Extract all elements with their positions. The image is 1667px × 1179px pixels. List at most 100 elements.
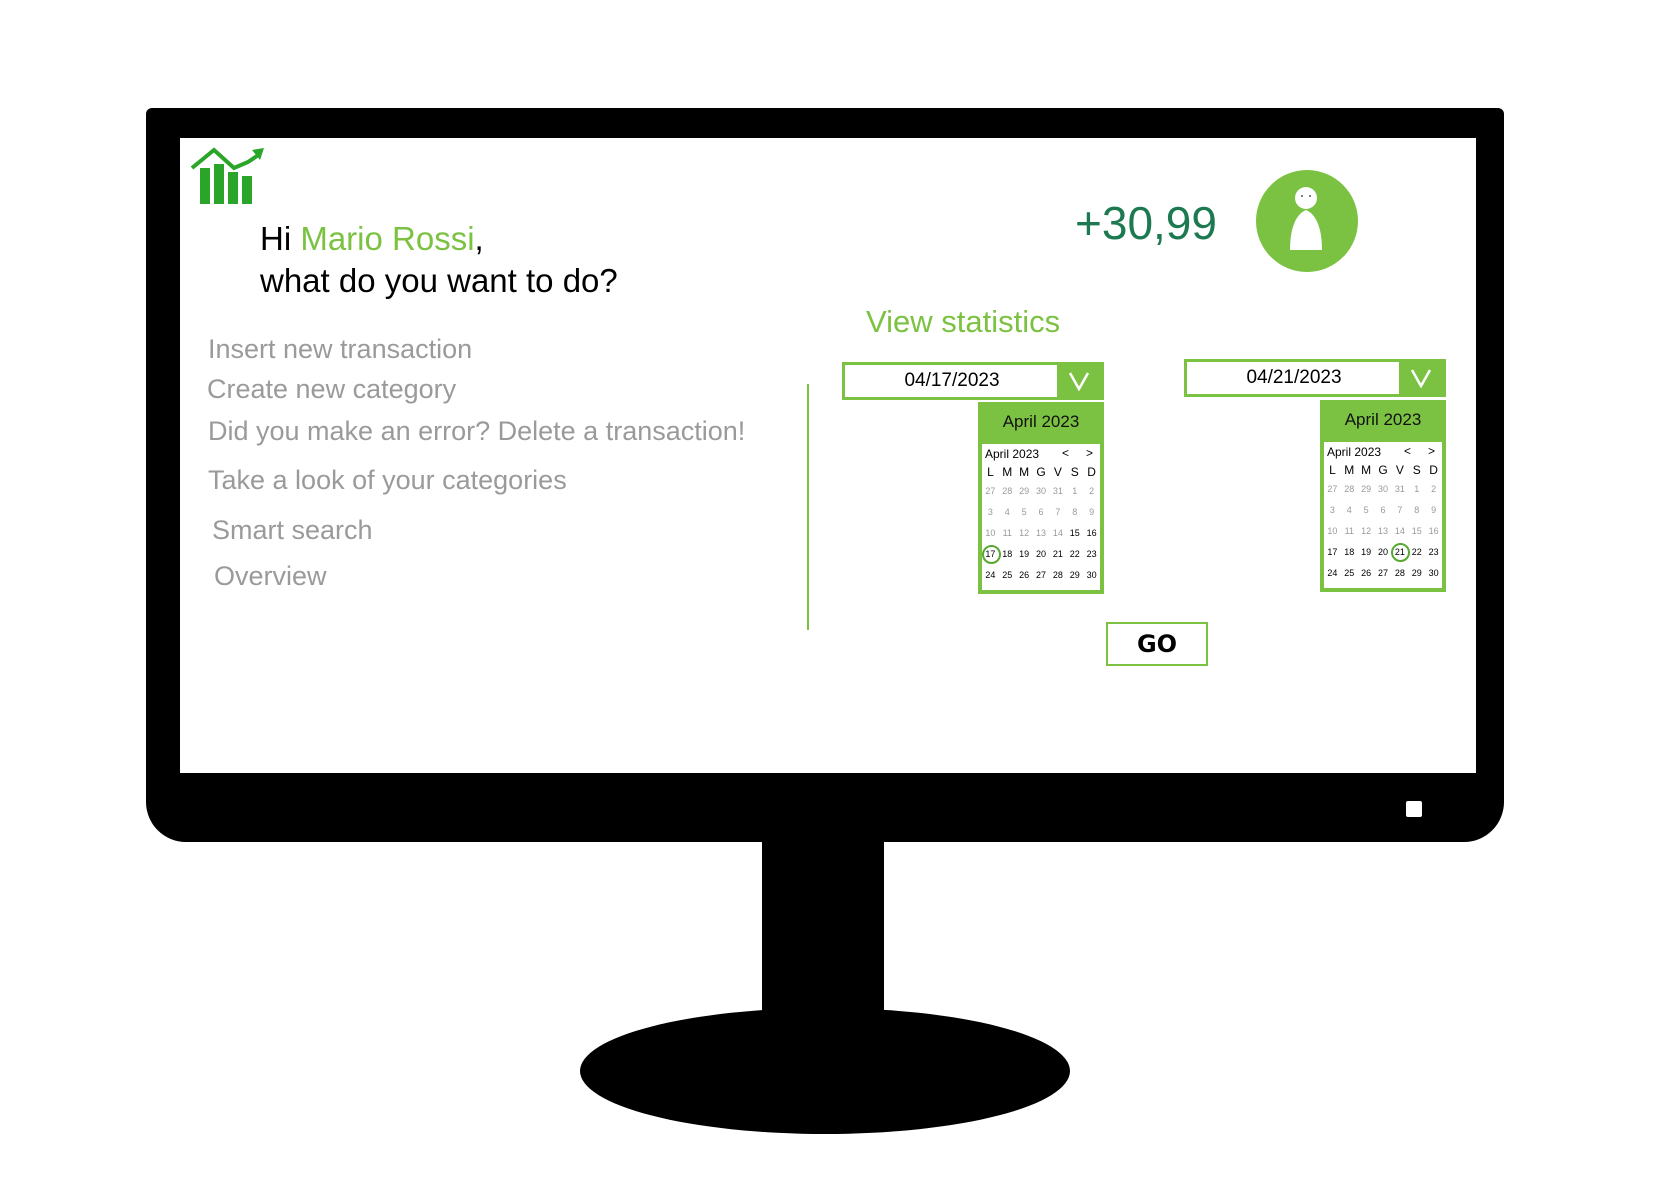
calendar-day[interactable]: 10 — [1324, 526, 1341, 536]
calendar-day[interactable]: 30 — [1375, 484, 1392, 494]
weekday-label: D — [1087, 465, 1096, 479]
calendar-day[interactable]: 8 — [1066, 507, 1083, 517]
calendar-day[interactable]: 17 — [981, 545, 1001, 564]
greeting-question: what do you want to do? — [260, 262, 618, 299]
calendar-day[interactable]: 28 — [1341, 484, 1358, 494]
calendar-day[interactable]: 12 — [1016, 528, 1033, 538]
start-date-dropdown-button[interactable] — [1057, 365, 1101, 397]
chevron-down-icon — [1410, 369, 1432, 388]
calendar-day[interactable]: 30 — [1425, 568, 1442, 578]
greeting-prefix: Hi — [260, 220, 301, 257]
calendar-day[interactable]: 6 — [1033, 507, 1050, 517]
calendar-day[interactable]: 24 — [1324, 568, 1341, 578]
calendar-day[interactable]: 24 — [982, 570, 999, 580]
calendar-day[interactable]: 4 — [1341, 505, 1358, 515]
calendar-day[interactable]: 15 — [1408, 526, 1425, 536]
calendar-day[interactable]: 16 — [1425, 526, 1442, 536]
menu-create-category[interactable]: Create new category — [207, 374, 456, 405]
menu-smart-search[interactable]: Smart search — [212, 515, 373, 546]
calendar-day[interactable]: 17 — [1324, 547, 1341, 557]
calendar-day[interactable]: 13 — [1033, 528, 1050, 538]
calendar-day[interactable]: 29 — [1066, 570, 1083, 580]
calendar-next-button[interactable]: > — [1086, 446, 1093, 460]
calendar-next-button[interactable]: > — [1428, 444, 1435, 458]
end-date-calendar: April 2023 April 2023 < > LMMGVSD 27 28 29… — [1320, 400, 1446, 592]
calendar-prev-button[interactable]: < — [1404, 444, 1411, 458]
calendar-day[interactable]: 20 — [1033, 549, 1050, 559]
calendar-day[interactable]: 11 — [1341, 526, 1358, 536]
calendar-day[interactable]: 31 — [1049, 486, 1066, 496]
calendar-nav: April 2023 < > — [1327, 444, 1440, 460]
calendar-title: April 2023 — [1344, 410, 1422, 429]
calendar-day[interactable]: 11 — [999, 528, 1016, 538]
calendar-day[interactable]: 23 — [1425, 547, 1442, 557]
calendar-day[interactable]: 27 — [1033, 570, 1050, 580]
calendar-day[interactable]: 5 — [1358, 505, 1375, 515]
calendar-day[interactable]: 20 — [1375, 547, 1392, 557]
end-date-value[interactable]: 04/21/2023 — [1187, 362, 1401, 394]
calendar-day[interactable]: 30 — [1083, 570, 1100, 580]
calendar-day[interactable]: 27 — [982, 486, 999, 496]
menu-delete-transaction[interactable]: Did you make an error? Delete a transact… — [208, 416, 745, 447]
calendar-day[interactable]: 29 — [1358, 484, 1375, 494]
calendar-day[interactable]: 23 — [1083, 549, 1100, 559]
menu-view-categories[interactable]: Take a look of your categories — [208, 465, 567, 496]
menu-overview[interactable]: Overview — [214, 561, 327, 592]
calendar-day[interactable]: 19 — [1016, 549, 1033, 559]
calendar-day[interactable]: 22 — [1066, 549, 1083, 559]
calendar-day[interactable]: 1 — [1408, 484, 1425, 494]
calendar-day[interactable]: 19 — [1358, 547, 1375, 557]
calendar-day[interactable]: 7 — [1391, 505, 1408, 515]
power-button[interactable] — [1406, 801, 1422, 817]
calendar-day[interactable]: 30 — [1033, 486, 1050, 496]
calendar-day[interactable]: 21 — [1391, 543, 1411, 562]
calendar-day[interactable]: 25 — [999, 570, 1016, 580]
calendar-day[interactable]: 31 — [1391, 484, 1408, 494]
calendar-day[interactable]: 1 — [1066, 486, 1083, 496]
user-avatar-button[interactable] — [1256, 170, 1358, 272]
calendar-day[interactable]: 26 — [1016, 570, 1033, 580]
calendar-day[interactable]: 13 — [1375, 526, 1392, 536]
end-date-dropdown-button[interactable] — [1399, 362, 1443, 394]
calendar-day[interactable]: 28 — [1391, 568, 1408, 578]
calendar-month-label: April 2023 — [985, 447, 1040, 461]
go-button[interactable]: GO — [1106, 622, 1208, 666]
calendar-day[interactable]: 6 — [1375, 505, 1392, 515]
calendar-day[interactable]: 21 — [1049, 549, 1066, 559]
calendar-day[interactable]: 27 — [1375, 568, 1392, 578]
calendar-day[interactable]: 9 — [1425, 505, 1442, 515]
calendar-day[interactable]: 9 — [1083, 507, 1100, 517]
calendar-day[interactable]: 8 — [1408, 505, 1425, 515]
calendar-day[interactable]: 2 — [1083, 486, 1100, 496]
calendar-day[interactable]: 3 — [1324, 505, 1341, 515]
menu-insert-transaction[interactable]: Insert new transaction — [208, 334, 472, 365]
calendar-day[interactable]: 18 — [999, 549, 1016, 559]
calendar-weekdays: LMMGVSD — [1324, 463, 1442, 477]
calendar-day[interactable]: 4 — [999, 507, 1016, 517]
calendar-day[interactable]: 16 — [1083, 528, 1100, 538]
calendar-day[interactable]: 2 — [1425, 484, 1442, 494]
calendar-day[interactable]: 18 — [1341, 547, 1358, 557]
calendar-day[interactable]: 22 — [1408, 547, 1425, 557]
calendar-day[interactable]: 29 — [1408, 568, 1425, 578]
calendar-day[interactable]: 14 — [1391, 526, 1408, 536]
calendar-day[interactable]: 25 — [1341, 568, 1358, 578]
start-date-field[interactable]: 04/17/2023 — [842, 362, 1104, 400]
calendar-day[interactable]: 10 — [982, 528, 999, 538]
calendar-day[interactable]: 26 — [1358, 568, 1375, 578]
view-statistics-title: View statistics — [866, 304, 1061, 339]
start-date-value[interactable]: 04/17/2023 — [845, 365, 1059, 397]
weekday-label: D — [1429, 463, 1438, 477]
calendar-day[interactable]: 28 — [999, 486, 1016, 496]
calendar-day[interactable]: 15 — [1066, 528, 1083, 538]
end-date-field[interactable]: 04/21/2023 — [1184, 359, 1446, 397]
calendar-day[interactable]: 14 — [1049, 528, 1066, 538]
calendar-day[interactable]: 7 — [1049, 507, 1066, 517]
calendar-day[interactable]: 12 — [1358, 526, 1375, 536]
calendar-day[interactable]: 27 — [1324, 484, 1341, 494]
calendar-day[interactable]: 3 — [982, 507, 999, 517]
calendar-day[interactable]: 5 — [1016, 507, 1033, 517]
calendar-day[interactable]: 29 — [1016, 486, 1033, 496]
calendar-prev-button[interactable]: < — [1062, 446, 1069, 460]
calendar-day[interactable]: 28 — [1049, 570, 1066, 580]
